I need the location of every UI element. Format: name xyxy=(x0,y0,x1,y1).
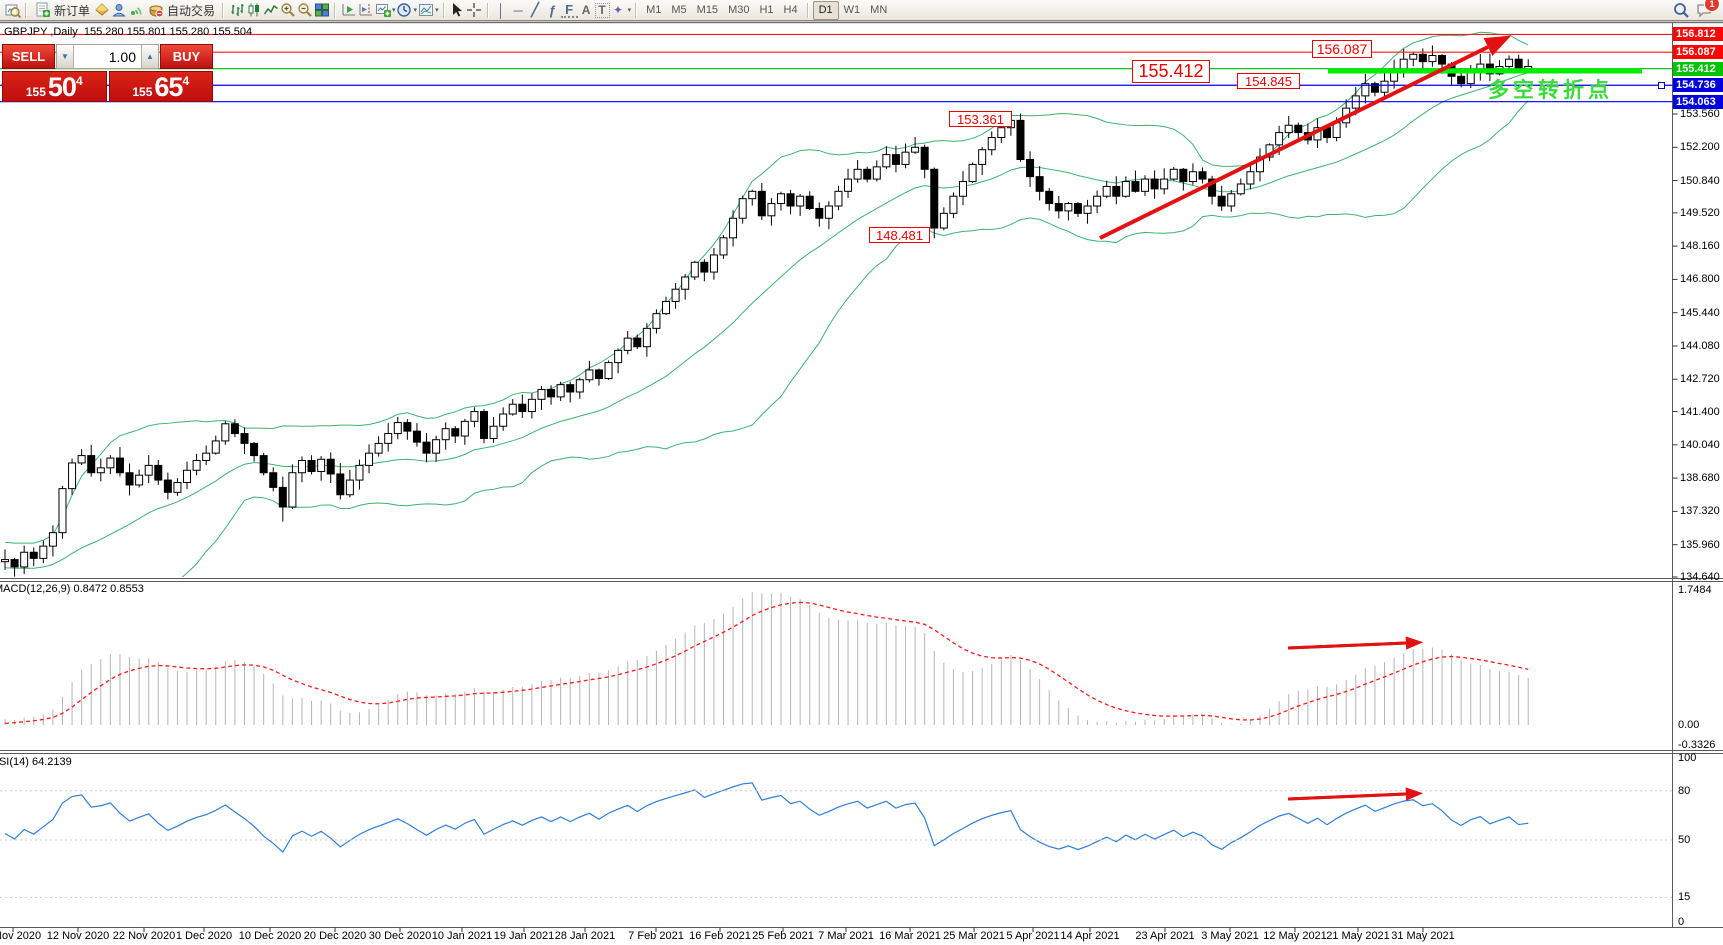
signals-icon[interactable] xyxy=(127,2,144,19)
templates-icon[interactable] xyxy=(417,2,434,19)
volume-box: ▼ ▲ xyxy=(56,44,159,69)
bar-chart-icon[interactable] xyxy=(228,2,245,19)
timeframe-h4[interactable]: H4 xyxy=(779,2,803,19)
timeframe-m30[interactable]: M30 xyxy=(723,2,754,19)
templates-dropdown[interactable]: ▾ xyxy=(435,6,439,14)
metaeditor-icon[interactable] xyxy=(93,2,110,19)
sell-price-big: 50 xyxy=(48,75,76,99)
autotrading-icon xyxy=(147,2,164,19)
sell-button[interactable]: SELL xyxy=(2,44,55,69)
channel-tool[interactable]: F xyxy=(561,3,578,18)
one-click-trade-panel: SELL ▼ ▲ BUY 155 50 4 155 65 4 xyxy=(2,44,213,102)
candlestick-icon[interactable] xyxy=(245,2,262,19)
toolbar-right-group: 1 xyxy=(1673,2,1719,19)
arrows-tool[interactable]: ✦ xyxy=(610,2,627,19)
volume-input[interactable] xyxy=(74,45,141,68)
main-toolbar: 新订单 自动交易 ▾ ▾ xyxy=(0,0,1723,21)
timeframe-h1[interactable]: H1 xyxy=(754,2,778,19)
toolbar-separator xyxy=(487,3,489,18)
chart-search-icon[interactable] xyxy=(4,2,21,19)
notification-badge: 1 xyxy=(1704,0,1720,12)
timeframe-m1[interactable]: M1 xyxy=(641,2,666,19)
trendline-tool[interactable]: ╱ xyxy=(527,2,544,19)
arrows-dropdown[interactable]: ▾ xyxy=(628,6,632,14)
line-chart-icon[interactable] xyxy=(262,2,279,19)
horizontal-line-tool[interactable]: ─ xyxy=(510,2,527,19)
timeframe-w1[interactable]: W1 xyxy=(839,2,866,19)
new-order-icon xyxy=(34,2,51,19)
vertical-line-tool[interactable]: │ xyxy=(493,2,510,19)
toolbar-separator xyxy=(25,3,27,18)
autotrading-label: 自动交易 xyxy=(167,2,215,19)
fibonacci-tool[interactable]: ƒ xyxy=(544,2,561,19)
buy-price-big: 65 xyxy=(154,75,182,99)
timeframe-mn[interactable]: MN xyxy=(865,2,892,19)
cursor-icon[interactable] xyxy=(449,2,466,19)
chart-canvas[interactable] xyxy=(0,0,1723,945)
sell-price-pip: 4 xyxy=(76,74,83,88)
autotrading-button[interactable]: 自动交易 xyxy=(144,2,218,19)
toolbar-separator xyxy=(807,3,809,18)
new-chart-icon[interactable] xyxy=(374,2,391,19)
text-label-tool[interactable]: T xyxy=(595,3,610,18)
timeframe-m15[interactable]: M15 xyxy=(692,2,723,19)
toolbar-separator xyxy=(443,3,445,18)
buy-price-figure: 155 xyxy=(132,85,152,99)
sell-price-figure: 155 xyxy=(26,85,46,99)
new-order-button[interactable]: 新订单 xyxy=(31,2,93,19)
chart-stage[interactable]: GBPJPY ,Daily 155.280 155.801 155.280 15… xyxy=(0,0,1723,945)
buy-price-display[interactable]: 155 65 4 xyxy=(109,71,214,102)
timeframe-m5[interactable]: M5 xyxy=(666,2,691,19)
new-order-label: 新订单 xyxy=(54,2,90,19)
community-icon[interactable] xyxy=(110,2,127,19)
timeframe-d1[interactable]: D1 xyxy=(813,1,839,20)
chart-title: GBPJPY ,Daily 155.280 155.801 155.280 15… xyxy=(4,26,252,38)
zoom-in-icon[interactable] xyxy=(279,2,296,19)
periods-icon[interactable] xyxy=(396,2,413,19)
toolbar-separator xyxy=(334,3,336,18)
zoom-out-icon[interactable] xyxy=(296,2,313,19)
text-tool[interactable]: A xyxy=(578,2,595,19)
sell-price-display[interactable]: 155 50 4 xyxy=(2,71,107,102)
volume-decrement-button[interactable]: ▼ xyxy=(57,45,74,68)
volume-increment-button[interactable]: ▲ xyxy=(141,45,158,68)
chat-icon[interactable]: 1 xyxy=(1696,2,1713,19)
search-icon[interactable] xyxy=(1673,2,1690,19)
tile-windows-icon[interactable] xyxy=(313,2,330,19)
toolbar-separator xyxy=(222,3,224,18)
buy-button[interactable]: BUY xyxy=(160,44,213,69)
timeframe-bar: M1M5M15M30H1H4 D1W1MN xyxy=(641,1,892,20)
toolbar-separator xyxy=(635,3,637,18)
buy-price-pip: 4 xyxy=(182,74,189,88)
crosshair-icon[interactable] xyxy=(466,2,483,19)
chart-shift-icon[interactable] xyxy=(357,2,374,19)
auto-scroll-icon[interactable] xyxy=(340,2,357,19)
